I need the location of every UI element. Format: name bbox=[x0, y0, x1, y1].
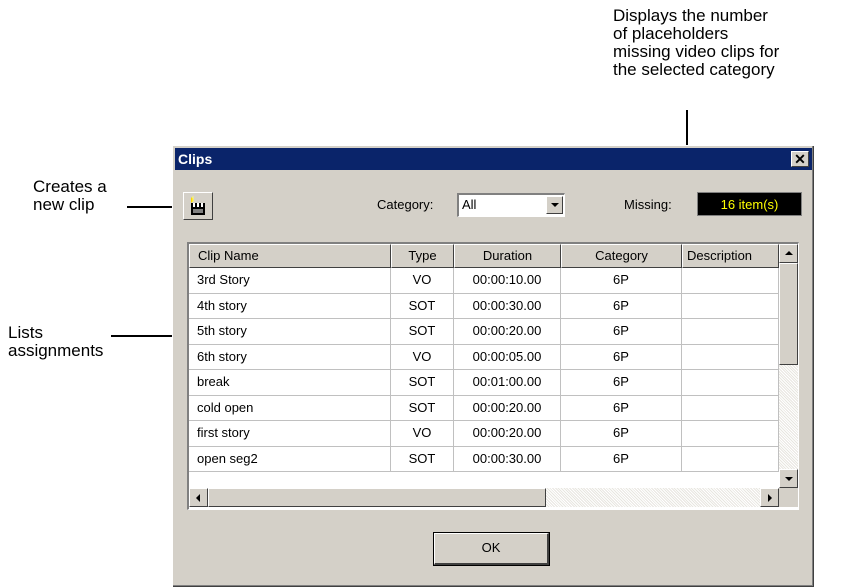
column-header-category[interactable]: Category bbox=[561, 244, 682, 268]
cell-type: SOT bbox=[391, 293, 454, 319]
cell-duration: 00:00:30.00 bbox=[454, 293, 561, 319]
missing-label: Missing: bbox=[624, 197, 672, 212]
table-row[interactable]: cold open SOT 00:00:20.00 6P bbox=[189, 395, 779, 421]
column-header-duration[interactable]: Duration bbox=[454, 244, 561, 268]
scroll-right-button[interactable] bbox=[760, 488, 779, 507]
table-row[interactable]: 5th story SOT 00:00:20.00 6P bbox=[189, 319, 779, 345]
new-clip-button[interactable] bbox=[183, 192, 213, 220]
table-row[interactable]: break SOT 00:01:00.00 6P bbox=[189, 370, 779, 396]
cell-description bbox=[682, 268, 779, 294]
dropdown-arrow-button[interactable] bbox=[546, 196, 563, 214]
arrow-up-icon bbox=[785, 251, 793, 255]
table-row[interactable]: first story VO 00:00:20.00 6P bbox=[189, 421, 779, 447]
cell-clip-name: break bbox=[189, 370, 391, 396]
callout-new-clip: Creates a new clip bbox=[33, 178, 107, 214]
table-row[interactable]: 4th story SOT 00:00:30.00 6P bbox=[189, 293, 779, 319]
cell-description bbox=[682, 293, 779, 319]
cell-type: VO bbox=[391, 268, 454, 294]
cell-category: 6P bbox=[561, 344, 682, 370]
callout-new-clip-line-2: new clip bbox=[33, 195, 95, 214]
cell-type: SOT bbox=[391, 319, 454, 345]
cell-type: SOT bbox=[391, 395, 454, 421]
arrow-right-icon bbox=[768, 494, 772, 502]
cell-clip-name: 5th story bbox=[189, 319, 391, 345]
cell-duration: 00:00:20.00 bbox=[454, 395, 561, 421]
vertical-scrollbar[interactable] bbox=[779, 244, 798, 488]
cell-category: 6P bbox=[561, 319, 682, 345]
cell-type: VO bbox=[391, 421, 454, 447]
cell-duration: 00:00:20.00 bbox=[454, 421, 561, 447]
cell-description bbox=[682, 395, 779, 421]
cell-clip-name: 6th story bbox=[189, 344, 391, 370]
cell-description bbox=[682, 370, 779, 396]
clips-list[interactable]: Clip Name Type Duration Category Descrip… bbox=[187, 242, 799, 510]
cell-category: 6P bbox=[561, 446, 682, 472]
list-rows: 3rd Story VO 00:00:10.00 6P 4th story SO… bbox=[189, 268, 779, 472]
dialog-title: Clips bbox=[178, 151, 213, 167]
callout-new-clip-line-1: Creates a bbox=[33, 177, 107, 196]
scroll-up-button[interactable] bbox=[779, 244, 798, 263]
close-icon: ✕ bbox=[794, 151, 806, 167]
vertical-scroll-thumb[interactable] bbox=[779, 263, 798, 365]
missing-count-display: 16 item(s) bbox=[697, 192, 802, 216]
chevron-down-icon bbox=[551, 203, 559, 207]
scrollbar-corner bbox=[779, 488, 798, 507]
clapperboard-icon bbox=[191, 196, 205, 215]
cell-clip-name: 4th story bbox=[189, 293, 391, 319]
column-header-type[interactable]: Type bbox=[391, 244, 454, 268]
table-row[interactable]: 3rd Story VO 00:00:10.00 6P bbox=[189, 268, 779, 294]
cell-duration: 00:00:10.00 bbox=[454, 268, 561, 294]
column-header-description[interactable]: Description bbox=[682, 244, 779, 268]
callout-missing-line-4: the selected category bbox=[613, 60, 775, 79]
cell-category: 6P bbox=[561, 421, 682, 447]
arrow-left-icon bbox=[196, 494, 200, 502]
column-header-clip-name[interactable]: Clip Name bbox=[189, 244, 391, 268]
cell-description bbox=[682, 319, 779, 345]
horizontal-scroll-thumb[interactable] bbox=[208, 488, 546, 507]
horizontal-scrollbar[interactable] bbox=[189, 488, 779, 507]
arrow-down-icon bbox=[785, 477, 793, 481]
cell-description bbox=[682, 421, 779, 447]
clips-dialog: Clips ✕ Category: All Missing: 16 item(s… bbox=[172, 145, 814, 587]
callout-missing-line-3: missing video clips for bbox=[613, 42, 780, 61]
ok-button[interactable]: OK bbox=[433, 532, 550, 566]
category-value: All bbox=[462, 197, 477, 212]
cell-duration: 00:01:00.00 bbox=[454, 370, 561, 396]
cell-category: 6P bbox=[561, 268, 682, 294]
cell-description bbox=[682, 446, 779, 472]
callout-missing-line-2: of placeholders bbox=[613, 24, 729, 43]
title-bar: Clips ✕ bbox=[175, 148, 812, 170]
scroll-down-button[interactable] bbox=[779, 469, 798, 488]
cell-clip-name: 3rd Story bbox=[189, 268, 391, 294]
cell-type: VO bbox=[391, 344, 454, 370]
callout-lists-line-2: assignments bbox=[8, 341, 104, 360]
cell-duration: 00:00:05.00 bbox=[454, 344, 561, 370]
list-header: Clip Name Type Duration Category Descrip… bbox=[189, 244, 779, 268]
callout-lists-line-1: Lists bbox=[8, 323, 43, 342]
category-dropdown[interactable]: All bbox=[457, 193, 565, 217]
table-row[interactable]: 6th story VO 00:00:05.00 6P bbox=[189, 344, 779, 370]
cell-description bbox=[682, 344, 779, 370]
category-label: Category: bbox=[377, 197, 434, 212]
table-row[interactable]: open seg2 SOT 00:00:30.00 6P bbox=[189, 446, 779, 472]
cell-type: SOT bbox=[391, 446, 454, 472]
cell-duration: 00:00:30.00 bbox=[454, 446, 561, 472]
cell-clip-name: cold open bbox=[189, 395, 391, 421]
cell-category: 6P bbox=[561, 395, 682, 421]
cell-category: 6P bbox=[561, 370, 682, 396]
cell-category: 6P bbox=[561, 293, 682, 319]
scroll-left-button[interactable] bbox=[189, 488, 208, 507]
cell-type: SOT bbox=[391, 370, 454, 396]
cell-duration: 00:00:20.00 bbox=[454, 319, 561, 345]
close-button[interactable]: ✕ bbox=[791, 151, 809, 167]
cell-clip-name: open seg2 bbox=[189, 446, 391, 472]
cell-clip-name: first story bbox=[189, 421, 391, 447]
callout-missing: Displays the number of placeholders miss… bbox=[613, 7, 779, 79]
callout-lists: Lists assignments bbox=[8, 324, 103, 360]
callout-missing-line-1: Displays the number bbox=[613, 6, 768, 25]
